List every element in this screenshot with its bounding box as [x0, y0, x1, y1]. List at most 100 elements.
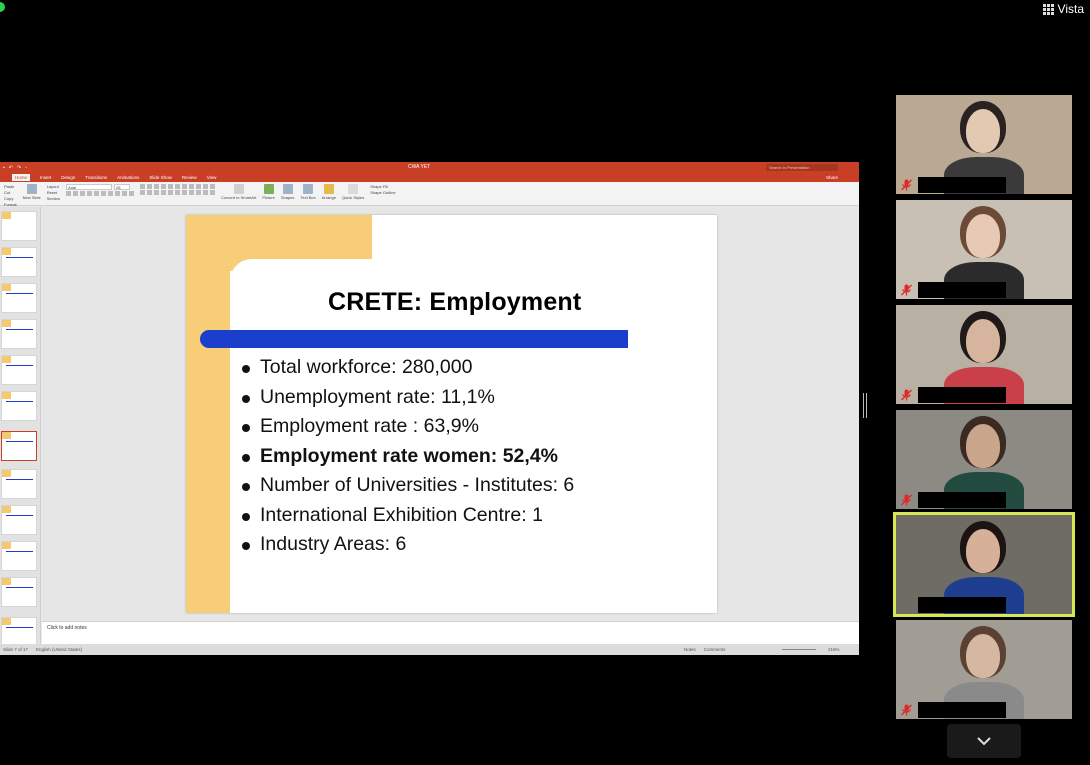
zoom-meeting-window: Vista ▪ ↶ ↷ ▫ CWA YET Search in Presenta…	[0, 0, 1090, 765]
share-button[interactable]: Share	[826, 175, 838, 180]
panel-resize-handle[interactable]	[863, 393, 867, 418]
slide-thumbnails-panel[interactable]	[0, 207, 41, 644]
slide-title[interactable]: CRETE: Employment	[328, 288, 581, 317]
slide-thumbnail[interactable]	[1, 355, 37, 385]
tab-slide-show[interactable]: Slide Show	[149, 175, 172, 180]
paste-button[interactable]: Paste	[4, 184, 17, 189]
participant-video-tile[interactable]	[893, 512, 1075, 617]
notes-button[interactable]: Notes	[684, 647, 696, 652]
quick-styles-button[interactable]: Quick Styles	[342, 184, 364, 200]
slide-title-underline	[200, 330, 628, 348]
tab-insert[interactable]: Insert	[40, 175, 51, 180]
ribbon-tabs: Home Insert Design Transitions Animation…	[0, 173, 859, 182]
view-label: Vista	[1057, 2, 1084, 16]
participant-name-redacted	[918, 597, 1006, 613]
slide-thumbnail[interactable]	[1, 319, 37, 349]
tab-view[interactable]: View	[207, 175, 217, 180]
align-icons[interactable]	[140, 190, 216, 195]
language-indicator[interactable]: English (United States)	[36, 647, 82, 652]
participant-video-tile[interactable]	[896, 620, 1072, 719]
zoom-slider[interactable]	[782, 649, 816, 650]
undo-icon[interactable]: ↶	[9, 165, 13, 171]
redo-icon[interactable]: ↷	[17, 165, 21, 171]
slide-bullet-list[interactable]: Total workforce: 280,000 Unemployment ra…	[240, 353, 574, 560]
view-button[interactable]: Vista	[1042, 0, 1084, 18]
document-title: CWA YET	[408, 164, 431, 170]
arrange-button[interactable]: Arrange	[322, 184, 336, 200]
tab-transitions[interactable]: Transitions	[85, 175, 107, 180]
participant-video-tile[interactable]	[896, 95, 1072, 194]
bullet-item: Employment rate : 63,9%	[240, 412, 574, 442]
participant-face	[966, 214, 1000, 258]
shape-format-group: Shape Fill Shape Outline	[370, 184, 395, 195]
picture-icon	[263, 184, 274, 194]
slide-thumbnail[interactable]	[1, 505, 37, 535]
slide-thumbnail[interactable]	[1, 391, 37, 421]
font-size-field[interactable]: 28	[114, 184, 131, 190]
participant-face	[966, 424, 1000, 468]
ppt-title-bar: ▪ ↶ ↷ ▫ CWA YET Search in Presentation	[0, 162, 859, 173]
bullet-item: Unemployment rate: 11,1%	[240, 383, 574, 413]
tab-review[interactable]: Review	[182, 175, 197, 180]
font-format-icons[interactable]	[66, 191, 135, 196]
save-icon[interactable]: ▪	[3, 165, 5, 171]
participant-face	[966, 529, 1000, 573]
reset-button[interactable]: Reset	[47, 190, 60, 195]
quick-access-toolbar: ▪ ↶ ↷ ▫	[3, 165, 27, 171]
shapes-button[interactable]: Shapes	[281, 184, 294, 200]
slide-thumbnail[interactable]	[1, 541, 37, 571]
convert-smartart-button[interactable]: Convert to SmartArt	[221, 184, 256, 200]
zoom-level[interactable]: 216%	[828, 647, 840, 652]
participant-name-redacted	[918, 177, 1006, 193]
clipboard-group: Paste Cut Copy Format	[4, 184, 17, 207]
bullet-item: Total workforce: 280,000	[240, 353, 574, 383]
shapes-icon	[282, 184, 293, 194]
slide-thumbnail[interactable]	[1, 617, 37, 644]
muted-microphone-icon	[901, 704, 912, 716]
status-bar: Slide 7 of 17 English (United States) No…	[0, 644, 859, 655]
tab-design[interactable]: Design	[61, 175, 75, 180]
slide-thumbnail[interactable]	[1, 577, 37, 607]
slide-thumbnail-selected[interactable]	[1, 431, 37, 461]
chevron-down-icon	[977, 737, 991, 746]
font-group: Arial 28	[66, 184, 135, 196]
list-format-icons[interactable]	[140, 184, 216, 189]
tab-animations[interactable]: Animations	[117, 175, 139, 180]
shape-outline-button[interactable]: Shape Outline	[370, 190, 395, 195]
cut-button[interactable]: Cut	[4, 190, 17, 195]
slide-thumbnail[interactable]	[1, 469, 37, 499]
bullet-item: Number of Universities - Institutes: 6	[240, 471, 574, 501]
text-box-button[interactable]: Text Box	[300, 184, 316, 200]
quick-styles-icon	[348, 184, 359, 194]
copy-button[interactable]: Copy	[4, 196, 17, 201]
participant-face	[966, 319, 1000, 363]
font-name-field[interactable]: Arial	[66, 184, 113, 190]
layout-button[interactable]: Layout	[47, 184, 60, 189]
muted-microphone-icon	[901, 494, 912, 506]
slide-canvas[interactable]: CRETE: Employment Total workforce: 280,0…	[42, 207, 859, 621]
comments-button[interactable]: Comments	[704, 647, 726, 652]
participant-video-tile[interactable]	[896, 200, 1072, 299]
grid-view-icon	[1042, 3, 1054, 15]
smartart-icon	[233, 184, 244, 194]
tab-home[interactable]: Home	[12, 174, 31, 181]
slide-thumbnail[interactable]	[1, 211, 37, 241]
participant-name-redacted	[918, 702, 1006, 718]
slide-decoration-left	[186, 215, 230, 613]
notes-pane[interactable]: Click to add notes	[42, 621, 859, 644]
print-icon[interactable]: ▫	[25, 165, 27, 171]
new-slide-button[interactable]: New Slide	[23, 184, 41, 200]
participant-video-tile[interactable]	[896, 410, 1072, 509]
security-indicator-icon[interactable]	[0, 2, 5, 12]
section-button[interactable]: Section	[47, 196, 60, 201]
shape-fill-button[interactable]: Shape Fill	[370, 184, 395, 189]
participant-name-redacted	[918, 492, 1006, 508]
current-slide[interactable]: CRETE: Employment Total workforce: 280,0…	[186, 215, 717, 613]
scroll-participants-button[interactable]	[947, 724, 1021, 758]
new-slide-icon	[26, 184, 37, 194]
slide-thumbnail[interactable]	[1, 283, 37, 313]
search-input[interactable]: Search in Presentation	[766, 164, 838, 171]
picture-button[interactable]: Picture	[262, 184, 275, 200]
slide-thumbnail[interactable]	[1, 247, 37, 277]
participant-video-tile[interactable]	[896, 305, 1072, 404]
